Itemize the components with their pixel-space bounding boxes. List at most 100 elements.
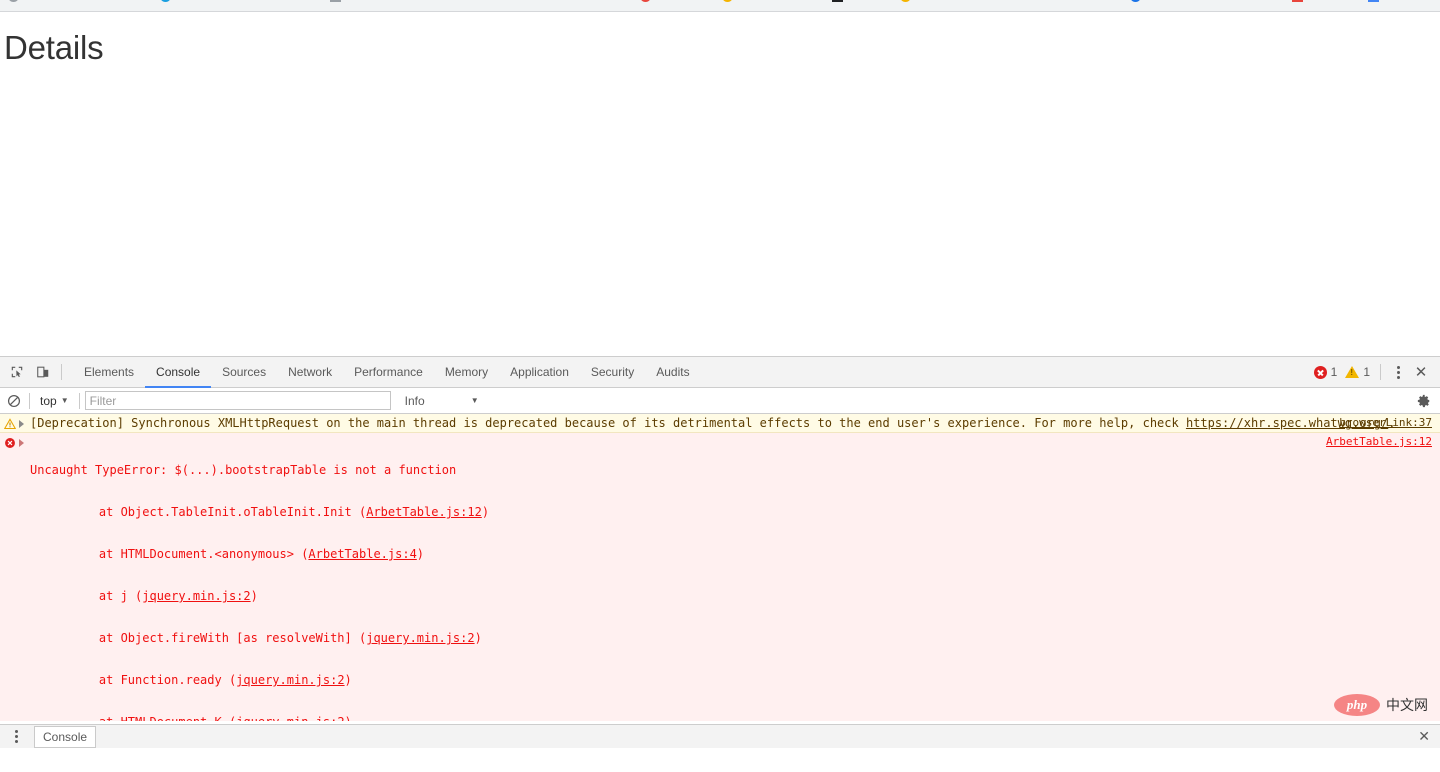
- bookmark-item[interactable]: [160, 0, 171, 2]
- tab-security[interactable]: Security: [580, 357, 645, 388]
- stack-frame-close: ): [250, 589, 258, 603]
- bookmark-icon: [1368, 0, 1379, 2]
- stack-frame-close: ): [345, 715, 352, 721]
- log-level-value: Info: [404, 393, 425, 408]
- close-icon[interactable]: ✕: [1410, 361, 1432, 383]
- bookmark-item[interactable]: [640, 0, 651, 2]
- device-toolbar-icon[interactable]: [30, 360, 56, 384]
- stack-frame-close: ): [474, 631, 482, 645]
- stack-frame: at Object.fireWith [as resolveWith] (jqu…: [30, 631, 1290, 645]
- stack-frame-fn: at Object.fireWith [as resolveWith] (: [70, 631, 367, 645]
- console-message-source[interactable]: browserLink:37: [1339, 416, 1432, 430]
- console-message-text: Uncaught TypeError: $(...).bootstrapTabl…: [30, 435, 1440, 721]
- kebab-menu-icon[interactable]: [1388, 361, 1408, 383]
- bookmark-icon: [1292, 0, 1303, 2]
- tab-audits[interactable]: Audits: [645, 357, 700, 388]
- stack-frame-fn: at Function.ready (: [70, 673, 237, 687]
- inspect-cursor-icon[interactable]: [4, 360, 30, 384]
- bookmark-item[interactable]: [722, 0, 733, 2]
- console-filter-bar: top ▼ Info ▼: [0, 388, 1440, 414]
- filter-input[interactable]: [84, 391, 391, 410]
- gear-icon[interactable]: [1414, 391, 1434, 411]
- bookmark-icon: [8, 0, 19, 2]
- stack-frame-fn: at Object.TableInit.oTableInit.Init (: [70, 505, 367, 519]
- stack-frame-location[interactable]: jquery.min.js:2: [236, 715, 344, 721]
- error-count[interactable]: 1: [1311, 365, 1341, 379]
- devtools-drawer-bar: Console ✕: [0, 724, 1440, 748]
- tab-performance[interactable]: Performance: [343, 357, 434, 388]
- devtools-panel: Elements Console Sources Network Perform…: [0, 356, 1440, 748]
- devtools-tabs: Elements Console Sources Network Perform…: [73, 357, 701, 388]
- execution-context-value: top: [40, 393, 57, 408]
- console-output[interactable]: [Deprecation] Synchronous XMLHttpRequest…: [0, 414, 1440, 721]
- tab-sources[interactable]: Sources: [211, 357, 277, 388]
- expand-triangle-icon[interactable]: [19, 420, 24, 428]
- bookmark-item[interactable]: [1292, 0, 1303, 2]
- stack-frame: at HTMLDocument.<anonymous> (ArbetTable.…: [30, 547, 1290, 561]
- tab-elements[interactable]: Elements: [73, 357, 145, 388]
- toolbar-divider-right: [1380, 364, 1381, 380]
- tab-console[interactable]: Console: [145, 357, 212, 388]
- error-headline: Uncaught TypeError: $(...).bootstrapTabl…: [30, 463, 457, 477]
- warning-text-before: [Deprecation] Synchronous XMLHttpRequest…: [30, 416, 1186, 430]
- watermark: php 中文网: [1334, 694, 1428, 716]
- stack-frame-fn: at HTMLDocument.<anonymous> (: [70, 547, 309, 561]
- console-message-warning[interactable]: [Deprecation] Synchronous XMLHttpRequest…: [0, 414, 1440, 433]
- bookmark-icon: [900, 0, 911, 2]
- stack-frame-close: ): [481, 505, 490, 519]
- warning-count-value: 1: [1363, 365, 1370, 379]
- stack-frame-location[interactable]: jquery.min.js:2: [236, 673, 344, 687]
- toolbar-divider: [61, 364, 62, 380]
- stack-frame: at HTMLDocument.K (jquery.min.js:2): [30, 715, 1290, 721]
- stack-frame-location[interactable]: ArbetTable.js:4: [308, 547, 416, 561]
- console-message-source[interactable]: ArbetTable.js:12: [1326, 435, 1432, 449]
- bookmark-icon: [160, 0, 171, 2]
- stack-frame-location[interactable]: ArbetTable.js:12: [366, 505, 482, 519]
- chevron-down-icon: ▼: [470, 396, 479, 405]
- log-level-selector[interactable]: Info ▼: [405, 394, 485, 408]
- filter-divider-1: [29, 392, 30, 409]
- filter-divider-2: [78, 392, 80, 409]
- page-content: Details: [0, 12, 1440, 355]
- stack-frame: at Function.ready (jquery.min.js:2): [30, 673, 1290, 687]
- warning-triangle-icon: [1345, 366, 1360, 378]
- bookmark-icon: [1130, 0, 1141, 2]
- page-title: Details: [4, 29, 104, 66]
- warning-triangle-icon: [0, 416, 19, 430]
- kebab-menu-icon[interactable]: [6, 726, 26, 748]
- error-circle-icon: [0, 435, 19, 449]
- bookmark-item[interactable]: [832, 0, 843, 2]
- error-count-value: 1: [1330, 365, 1338, 379]
- expand-triangle-icon[interactable]: [19, 439, 24, 447]
- bookmark-item[interactable]: [900, 0, 911, 2]
- bookmark-item[interactable]: [1130, 0, 1141, 2]
- tab-network[interactable]: Network: [277, 357, 343, 388]
- stack-frame-close: ): [416, 547, 425, 561]
- tab-memory[interactable]: Memory: [434, 357, 499, 388]
- bookmark-item[interactable]: [330, 0, 341, 2]
- watermark-site-text: 中文网: [1386, 698, 1428, 714]
- error-circle-icon: [1313, 365, 1327, 379]
- close-icon[interactable]: ✕: [1418, 728, 1430, 745]
- stack-frame-location[interactable]: jquery.min.js:2: [142, 589, 250, 603]
- console-message-error[interactable]: Uncaught TypeError: $(...).bootstrapTabl…: [0, 433, 1440, 721]
- devtools-toolbar-right: 1 1 ✕: [1311, 361, 1440, 383]
- bookmarks-bar[interactable]: [0, 0, 1440, 12]
- tab-application[interactable]: Application: [499, 357, 580, 388]
- stack-frame-close: ): [344, 673, 352, 687]
- stack-frame-fn: at HTMLDocument.K (: [70, 715, 236, 721]
- drawer-tab-console[interactable]: Console: [34, 725, 97, 748]
- bookmark-icon: [640, 0, 651, 2]
- warning-count[interactable]: 1: [1342, 365, 1373, 379]
- console-message-text: [Deprecation] Synchronous XMLHttpRequest…: [30, 416, 1440, 430]
- bookmark-item[interactable]: [8, 0, 19, 2]
- bookmark-icon: [832, 0, 843, 2]
- bookmark-icon: [722, 0, 733, 2]
- stack-frame-location[interactable]: jquery.min.js:2: [366, 631, 474, 645]
- php-logo: php: [1334, 694, 1380, 716]
- bookmark-item[interactable]: [1368, 0, 1379, 2]
- execution-context-selector[interactable]: top ▼: [35, 391, 74, 411]
- stack-frame: at j (jquery.min.js:2): [30, 589, 1290, 603]
- clear-console-icon[interactable]: [4, 391, 24, 411]
- bookmark-icon: [330, 0, 341, 2]
